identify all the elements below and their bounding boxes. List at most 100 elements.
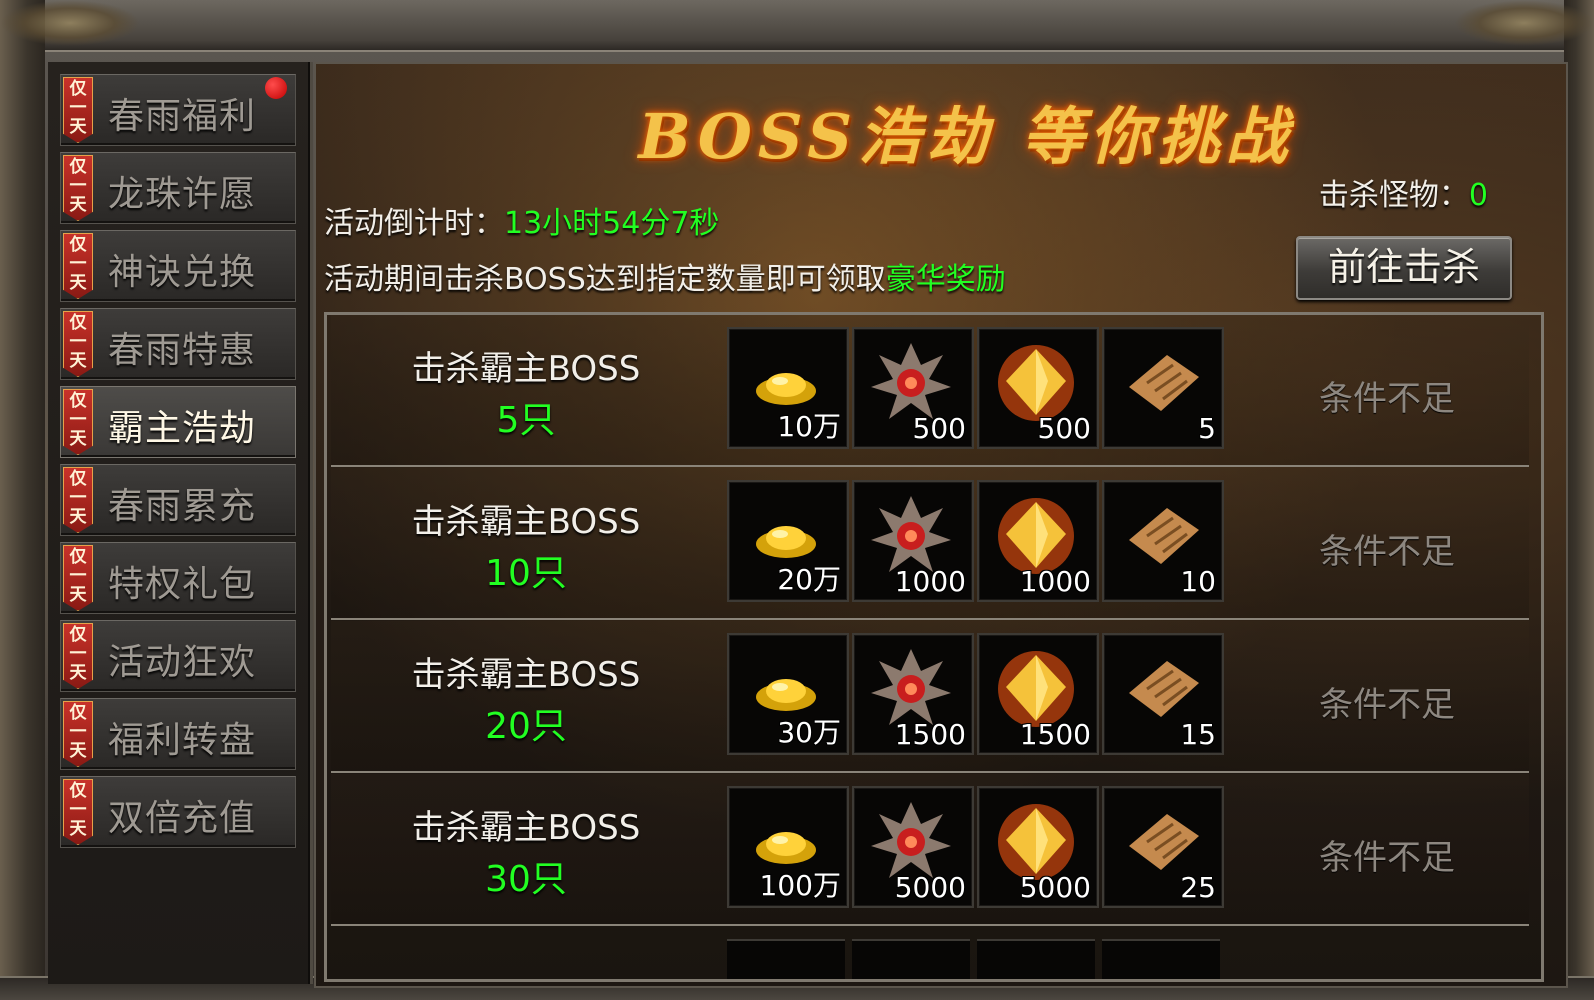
reward-slot[interactable]: 5: [1102, 327, 1224, 449]
badge-char: 天: [69, 195, 87, 215]
sidebar-item[interactable]: 仅 一 天 特权礼包: [60, 542, 296, 614]
event-title: BOSS浩劫 等你挑战: [638, 100, 1294, 173]
countdown: 活动倒计时：13小时54分7秒: [324, 198, 719, 242]
reward-qty: 20万: [777, 563, 841, 596]
badge-char: 一: [69, 410, 87, 430]
dragon-ornament-icon: [1454, 0, 1594, 46]
sidebar-item-label: 特权礼包: [108, 564, 257, 605]
sidebar-item-label: 霸主浩劫: [108, 408, 257, 449]
reward-slot[interactable]: 100万: [727, 786, 849, 908]
badge-char: 天: [69, 507, 87, 527]
limited-day-badge: 仅 一 天: [63, 155, 93, 221]
limited-day-badge: 仅 一 天: [63, 311, 93, 377]
frame-left-border: [0, 0, 45, 1000]
sidebar-item-label: 神诀兑换: [108, 252, 257, 293]
kill-counter-value: 0: [1468, 178, 1488, 213]
reward-slot[interactable]: 15: [1102, 633, 1224, 755]
reward-row: 击杀霸主BOSS 20只 30万 1500 1500 15 条件不足: [331, 621, 1529, 773]
badge-char: 仅: [69, 157, 87, 177]
badge-char: 仅: [69, 469, 87, 489]
sidebar-item[interactable]: 仅 一 天 春雨福利: [60, 74, 296, 146]
frame-right-border: [1564, 0, 1594, 1000]
badge-char: 天: [69, 585, 87, 605]
badge-char: 仅: [69, 235, 87, 255]
description-text: 活动期间击杀BOSS达到指定数量即可领取: [324, 262, 886, 297]
badge-char: 仅: [69, 313, 87, 333]
reward-slot[interactable]: 5000: [852, 786, 974, 908]
kill-counter-label: 击杀怪物：: [1318, 178, 1469, 213]
reward-qty: 500: [912, 412, 966, 445]
badge-char: 仅: [69, 703, 87, 723]
badge-char: 一: [69, 488, 87, 508]
badge-char: 仅: [69, 781, 87, 801]
badge-char: 一: [69, 332, 87, 352]
reward-slot[interactable]: 1500: [977, 633, 1099, 755]
activity-sidebar: 仅 一 天 春雨福利 仅 一 天 龙珠许愿 仅 一 天 神诀兑换 仅 一 天 春…: [48, 62, 313, 984]
reward-slot[interactable]: 1000: [977, 480, 1099, 602]
reward-slot[interactable]: 30万: [727, 633, 849, 755]
reward-qty: 5000: [894, 871, 966, 904]
sidebar-item[interactable]: 仅 一 天 春雨累充: [60, 464, 296, 536]
reward-row-count: 10只: [485, 553, 567, 594]
sidebar-item-label: 双倍充值: [108, 798, 257, 839]
reward-slot[interactable]: 500: [977, 327, 1099, 449]
badge-char: 仅: [69, 79, 87, 99]
sidebar-item-label: 龙珠许愿: [108, 174, 257, 215]
reward-qty: 1500: [894, 718, 966, 751]
claim-status[interactable]: 条件不足: [1319, 677, 1455, 726]
reward-slot[interactable]: [727, 939, 845, 979]
reward-slot[interactable]: 10万: [727, 327, 849, 449]
badge-char: 天: [69, 351, 87, 371]
reward-row-title: 击杀霸主BOSS: [411, 808, 641, 848]
reward-qty: 5: [1198, 412, 1216, 445]
reward-qty: 1500: [1019, 718, 1091, 751]
sidebar-item[interactable]: 仅 一 天 福利转盘: [60, 698, 296, 770]
reward-row: 击杀霸主BOSS 30只 100万 5000 5000 25 条件不足: [331, 774, 1529, 926]
reward-slot[interactable]: 20万: [727, 480, 849, 602]
reward-slot[interactable]: 25: [1102, 786, 1224, 908]
sidebar-item-label: 福利转盘: [108, 720, 257, 761]
reward-row: 击杀霸主BOSS 5只 10万 500 500 5 条件不足: [331, 315, 1529, 467]
countdown-value: 13小时54分7秒: [504, 206, 720, 241]
reward-qty: 10万: [777, 410, 841, 443]
reward-slot[interactable]: [852, 939, 970, 979]
notification-dot: [265, 77, 287, 99]
reward-slot[interactable]: 10: [1102, 480, 1224, 602]
reward-qty: 25: [1180, 871, 1216, 904]
reward-slot[interactable]: 5000: [977, 786, 1099, 908]
sidebar-item-label: 活动狂欢: [108, 642, 257, 683]
boss-event-panel: BOSS浩劫 等你挑战 活动倒计时：13小时54分7秒 活动期间击杀BOSS达到…: [314, 62, 1568, 988]
reward-row-count: 30只: [485, 859, 567, 900]
reward-slot[interactable]: 500: [852, 327, 974, 449]
sidebar-item[interactable]: 仅 一 天 活动狂欢: [60, 620, 296, 692]
limited-day-badge: 仅 一 天: [63, 233, 93, 299]
reward-row: 击杀霸主BOSS 10只 20万 1000 1000 10 条件不足: [331, 468, 1529, 620]
sidebar-item[interactable]: 仅 一 天 龙珠许愿: [60, 152, 296, 224]
badge-char: 天: [69, 429, 87, 449]
claim-status[interactable]: 条件不足: [1319, 524, 1455, 573]
badge-char: 一: [69, 254, 87, 274]
reward-slot[interactable]: [1102, 939, 1220, 979]
limited-day-badge: 仅 一 天: [63, 701, 93, 767]
countdown-label: 活动倒计时：: [324, 206, 504, 241]
go-kill-button[interactable]: 前往击杀: [1296, 236, 1512, 300]
badge-char: 一: [69, 800, 87, 820]
reward-slot[interactable]: 1500: [852, 633, 974, 755]
kill-counter: 击杀怪物：0: [1319, 170, 1488, 214]
sidebar-item[interactable]: 仅 一 天 神诀兑换: [60, 230, 296, 302]
sidebar-item[interactable]: 仅 一 天 双倍充值: [60, 776, 296, 848]
badge-char: 仅: [69, 625, 87, 645]
sidebar-item-active[interactable]: 仅 一 天 霸主浩劫: [60, 386, 296, 458]
claim-status[interactable]: 条件不足: [1319, 371, 1455, 420]
sidebar-item[interactable]: 仅 一 天 春雨特惠: [60, 308, 296, 380]
reward-slot[interactable]: 1000: [852, 480, 974, 602]
badge-char: 一: [69, 722, 87, 742]
reward-row-count: 20只: [485, 706, 567, 747]
reward-qty: 1000: [1019, 565, 1091, 598]
badge-char: 天: [69, 819, 87, 839]
limited-day-badge: 仅 一 天: [63, 545, 93, 611]
reward-qty: 5000: [1019, 871, 1091, 904]
claim-status[interactable]: 条件不足: [1319, 830, 1455, 879]
frame-top-border: [0, 0, 1594, 52]
reward-slot[interactable]: [977, 939, 1095, 979]
